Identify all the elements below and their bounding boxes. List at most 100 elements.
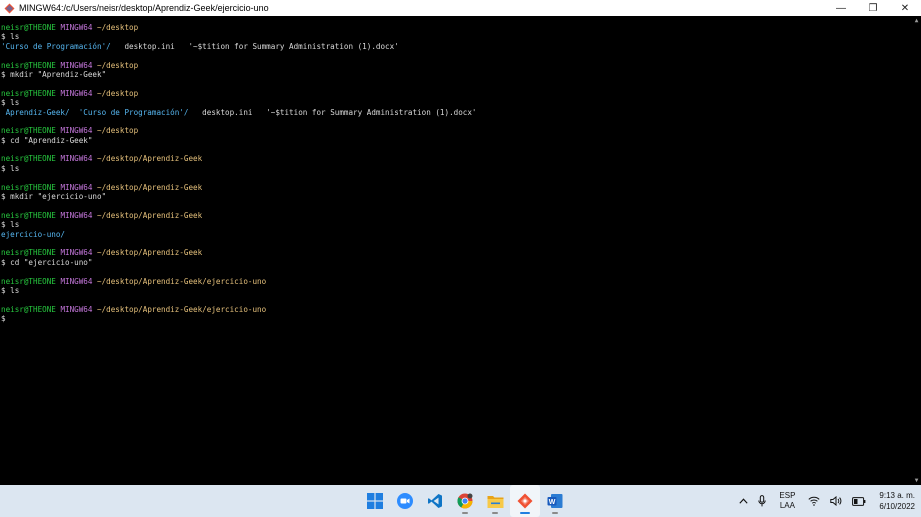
terminal-line: ejercicio-uno/ (1, 230, 477, 239)
input-language-indicator[interactable]: ESP LAA (779, 491, 795, 511)
terminal-text: ~/desktop (92, 126, 139, 136)
terminal-text: MINGW64 (55, 60, 93, 70)
terminal-text: 'Curso de Programación'/ (1, 41, 111, 51)
scroll-down-arrow-icon[interactable]: ▼ (913, 477, 920, 484)
terminal-scrollbar[interactable]: ▲ ▼ (912, 16, 921, 485)
terminal-text: neisr@THEONE (1, 88, 56, 98)
git-bash-app[interactable] (510, 485, 540, 517)
terminal-text: neisr@THEONE (1, 60, 56, 70)
terminal-line: neisr@THEONE MINGW64 ~/desktop/Aprendiz-… (1, 183, 477, 192)
terminal-text: ejercicio-uno/ (1, 229, 66, 239)
terminal-text: ~/desktop/Aprendiz-Geek (92, 182, 203, 192)
terminal-text: MINGW64 (55, 23, 93, 32)
terminal-lines: neisr@THEONE MINGW64 ~/desktop $ ls 'Curso… (1, 23, 477, 324)
terminal-line: $ ls (1, 98, 477, 107)
terminal-line: neisr@THEONE MINGW64 ~/desktop (1, 23, 477, 32)
terminal-line: neisr@THEONE MINGW64 ~/desktop/Aprendiz-… (1, 305, 477, 314)
wifi-icon (808, 496, 820, 506)
clock-date: 6/10/2022 (879, 502, 915, 511)
vscode-icon (428, 494, 442, 508)
terminal-line: neisr@THEONE MINGW64 ~/desktop/Aprendiz-… (1, 277, 477, 286)
terminal-text: neisr@THEONE (1, 304, 56, 314)
terminal-text: $ (1, 314, 6, 324)
terminal-text: MINGW64 (55, 88, 93, 98)
terminal-text: MINGW64 (55, 276, 93, 286)
chevron-up-icon (739, 498, 748, 504)
running-indicator (492, 512, 498, 514)
terminal-text: 'Curso de Programación'/ (78, 107, 189, 117)
terminal-text: ~/desktop/Aprendiz-Geek/ejercicio-uno (92, 276, 267, 286)
svg-text:W: W (549, 499, 556, 506)
battery-button[interactable] (852, 496, 866, 506)
terminal-text: $ ls (1, 163, 20, 173)
scroll-up-arrow-icon[interactable]: ▲ (913, 17, 920, 24)
terminal-line: neisr@THEONE MINGW64 ~/desktop (1, 126, 477, 135)
terminal-text: MINGW64 (55, 304, 93, 314)
terminal-text: neisr@THEONE (1, 23, 56, 32)
terminal-text: desktop.ini '~$tition for Summary Admini… (188, 107, 477, 117)
git-bash-icon (3, 2, 15, 14)
terminal-text: MINGW64 (55, 210, 93, 220)
terminal-line: neisr@THEONE MINGW64 ~/desktop (1, 61, 477, 70)
terminal-text: neisr@THEONE (1, 276, 56, 286)
terminal-line: $ cd "Aprendiz-Geek" (1, 136, 477, 145)
terminal-line: Aprendiz-Geek/ 'Curso de Programación'/ … (1, 108, 477, 117)
terminal-output[interactable]: neisr@THEONE MINGW64 ~/desktop $ ls 'Curso… (0, 16, 912, 485)
vscode-app[interactable] (420, 485, 450, 517)
microphone-icon (758, 495, 767, 507)
terminal-line: $ ls (1, 32, 477, 41)
battery-icon (852, 496, 866, 506)
terminal-text: ~/desktop (92, 23, 139, 32)
zoom-app[interactable] (390, 485, 420, 517)
system-tray: ESP LAA 9:13 a. m. 6/10/2022 (734, 485, 915, 517)
speaker-icon (830, 496, 842, 506)
terminal-text: ~/desktop/Aprendiz-Geek (92, 154, 203, 164)
maximize-button[interactable]: ❐ (857, 0, 889, 16)
running-indicator (552, 512, 558, 514)
running-indicator (520, 512, 530, 514)
terminal-text: ~/desktop/Aprendiz-Geek (92, 210, 203, 220)
close-button[interactable]: ✕ (889, 0, 921, 16)
terminal-line: $ cd "ejercicio-uno" (1, 258, 477, 267)
terminal-line: $ (1, 314, 477, 323)
windows-logo-icon (367, 493, 383, 509)
microphone-button[interactable] (758, 495, 767, 507)
clock-button[interactable]: 9:13 a. m. 6/10/2022 (879, 490, 915, 512)
terminal-line: $ mkdir "Aprendiz-Geek" (1, 70, 477, 79)
volume-button[interactable] (830, 496, 842, 506)
terminal-text: desktop.ini '~$tition for Summary Admini… (110, 41, 399, 51)
terminal-text: neisr@THEONE (1, 182, 56, 192)
terminal-text: neisr@THEONE (1, 210, 56, 220)
terminal-text: Aprendiz-Geek/ (1, 107, 70, 117)
terminal-line: $ mkdir "ejercicio-uno" (1, 192, 477, 201)
running-indicator (462, 512, 468, 514)
terminal-line: neisr@THEONE MINGW64 ~/desktop/Aprendiz-… (1, 211, 477, 220)
terminal-text: $ mkdir "ejercicio-uno" (1, 192, 107, 202)
minimize-button[interactable]: — (825, 0, 857, 16)
window-titlebar[interactable]: MINGW64:/c/Users/neisr/desktop/Aprendiz-… (0, 0, 921, 16)
language-code: ESP (779, 491, 796, 500)
word-app[interactable]: W (540, 485, 570, 517)
start-button[interactable] (360, 485, 390, 517)
keyboard-layout-code: LAA (779, 501, 795, 510)
terminal-line: $ ls (1, 164, 477, 173)
file-explorer-app[interactable] (480, 485, 510, 517)
chrome-app[interactable] (450, 485, 480, 517)
chrome-icon (457, 493, 473, 509)
terminal-line: $ ls (1, 286, 477, 295)
git-icon (517, 493, 533, 509)
show-hidden-icons-button[interactable] (739, 498, 748, 504)
clock-time: 9:13 a. m. (879, 491, 915, 500)
terminal-line: neisr@THEONE MINGW64 ~/desktop/Aprendiz-… (1, 248, 477, 257)
word-icon: W (547, 494, 563, 508)
terminal-text: $ ls (1, 98, 20, 108)
network-button[interactable] (808, 496, 820, 506)
terminal-text: $ ls (1, 220, 20, 230)
terminal-line: neisr@THEONE MINGW64 ~/desktop/Aprendiz-… (1, 154, 477, 163)
